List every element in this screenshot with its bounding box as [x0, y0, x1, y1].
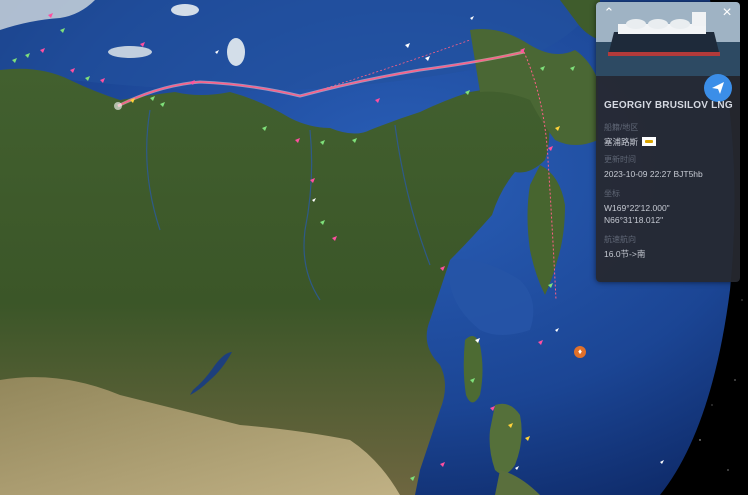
longitude-value: W169°22'12.000"	[604, 203, 670, 213]
updated-label: 更新时间	[604, 155, 636, 164]
course-value: 16.0节->南	[604, 249, 646, 259]
latitude-value: N66°31'18.012"	[604, 215, 664, 225]
cyprus-flag-icon	[642, 137, 657, 147]
updated-value: 2023-10-09 22:27 BJT5hb	[604, 169, 703, 179]
send-icon[interactable]	[704, 74, 732, 102]
course-label: 航速航向	[604, 235, 636, 244]
ship-info-panel: ⌃ × GEORGIY BRUSILOV LNG 船籍/地区 塞浦路斯 更新时间…	[596, 2, 740, 282]
flag-value: 塞浦路斯	[604, 136, 657, 148]
map-view[interactable]: ♦ ⌃ × GEORGIY BRUSILOV LNG 船籍/地区 塞浦路斯 更新…	[0, 0, 748, 495]
vessel-photo	[596, 2, 740, 76]
fire-location-icon[interactable]: ♦	[574, 346, 586, 358]
flag-label: 船籍/地区	[604, 123, 639, 132]
coords-label: 坐标	[604, 189, 620, 198]
close-icon[interactable]: ×	[720, 5, 734, 21]
chevron-up-icon[interactable]: ⌃	[602, 6, 616, 20]
vessel-name: GEORGIY BRUSILOV LNG	[604, 100, 733, 111]
